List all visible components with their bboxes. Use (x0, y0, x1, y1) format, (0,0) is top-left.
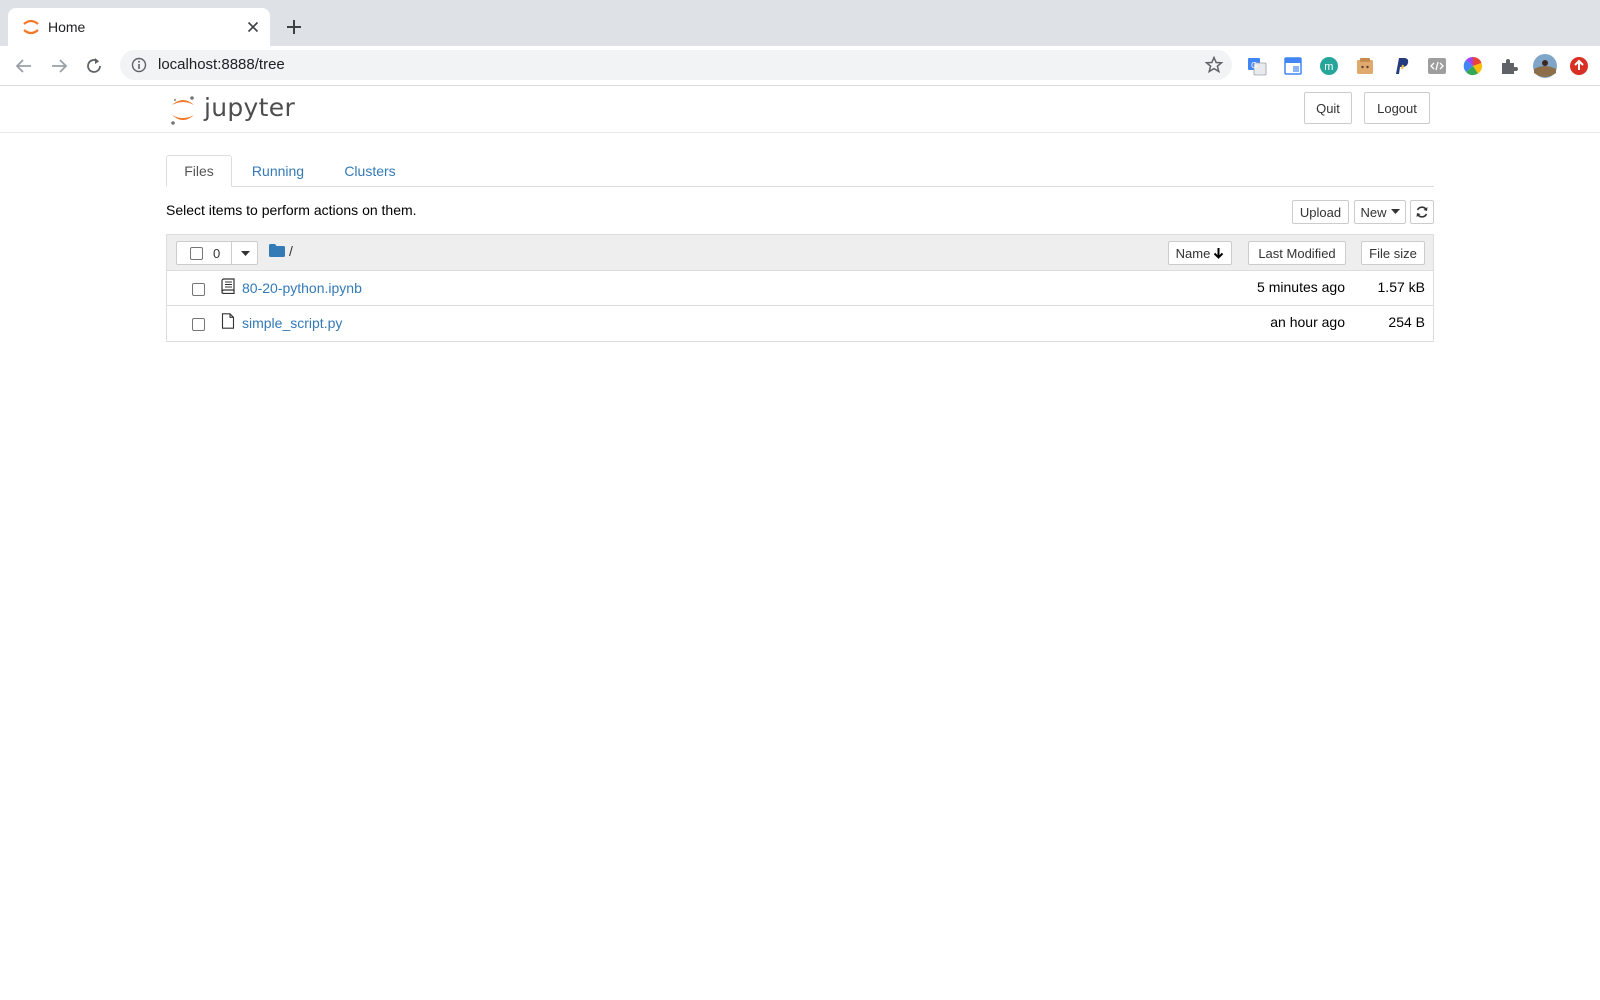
bookmark-star-icon[interactable] (1204, 55, 1224, 75)
tab-running[interactable]: Running (240, 155, 316, 187)
code-extension-icon[interactable] (1426, 55, 1448, 77)
color-wheel-icon[interactable] (1462, 55, 1484, 77)
select-menu-button[interactable] (231, 242, 258, 264)
new-tab-icon[interactable] (284, 17, 304, 37)
m-extension-icon[interactable]: m (1318, 55, 1340, 77)
table-row[interactable]: 80-20-python.ipynb 5 minutes ago 1.57 kB (167, 271, 1433, 306)
upload-button[interactable]: Upload (1292, 200, 1349, 224)
selection-hint: Select items to perform actions on them. (166, 202, 417, 218)
selected-count: 0 (213, 246, 221, 261)
new-button-label: New (1360, 204, 1387, 220)
close-icon[interactable] (244, 18, 262, 36)
caret-down-icon (1390, 209, 1400, 214)
svg-text:G: G (1251, 61, 1257, 70)
folder-extension-icon[interactable] (1354, 55, 1376, 77)
forward-arrow-icon[interactable] (48, 55, 70, 77)
url-text: localhost:8888/tree (158, 56, 285, 73)
sort-name-label: Name (1175, 245, 1211, 261)
sort-by-name-button[interactable]: Name (1168, 241, 1232, 265)
browser-tab-title: Home (48, 19, 86, 35)
arrow-down-icon (1214, 248, 1224, 259)
back-arrow-icon[interactable] (13, 55, 35, 77)
select-all-checkbox[interactable] (190, 247, 203, 260)
jupyter-favicon-icon (23, 19, 39, 35)
refresh-button[interactable] (1410, 200, 1434, 224)
address-bar[interactable]: localhost:8888/tree (120, 50, 1232, 80)
folder-icon[interactable] (269, 244, 285, 257)
notebook-icon (221, 278, 235, 294)
logout-button[interactable]: Logout (1364, 92, 1430, 124)
reload-icon[interactable] (83, 55, 105, 77)
select-group: 0 (176, 241, 258, 265)
quit-button[interactable]: Quit (1304, 92, 1352, 124)
puzzle-icon[interactable] (1498, 55, 1520, 77)
caret-down-icon (241, 251, 250, 256)
browser-toolbar: localhost:8888/tree G m (0, 46, 1600, 86)
info-icon[interactable] (131, 57, 147, 73)
browser-tab-home[interactable]: Home (8, 8, 270, 46)
new-dropdown-button[interactable]: New (1354, 200, 1406, 224)
update-icon[interactable] (1568, 55, 1590, 77)
file-list-header: 0 / Name Last Modified File size (167, 235, 1433, 271)
file-size: 1.57 kB (1377, 279, 1425, 295)
file-list: 0 / Name Last Modified File size 80-20-p… (166, 234, 1434, 342)
window-extension-icon[interactable] (1282, 55, 1304, 77)
file-modified: 5 minutes ago (1257, 279, 1345, 295)
profile-avatar[interactable] (1532, 53, 1558, 79)
breadcrumb-root[interactable]: / (289, 243, 293, 259)
row-checkbox[interactable] (192, 283, 205, 296)
sort-by-modified-button[interactable]: Last Modified (1248, 241, 1346, 265)
translate-icon[interactable]: G (1246, 55, 1268, 77)
jupyter-header: jupyter Quit Logout (0, 86, 1600, 133)
svg-text:m: m (1324, 61, 1333, 73)
file-modified: an hour ago (1270, 314, 1345, 330)
file-name-link[interactable]: 80-20-python.ipynb (242, 280, 362, 296)
paypal-icon[interactable] (1390, 55, 1412, 77)
jupyter-logo-icon (171, 96, 194, 125)
sort-by-size-button[interactable]: File size (1361, 241, 1425, 265)
browser-tabstrip: Home (0, 0, 1600, 46)
file-size: 254 B (1388, 314, 1425, 330)
file-name-link[interactable]: simple_script.py (242, 315, 342, 331)
row-checkbox[interactable] (192, 318, 205, 331)
jupyter-logo-text: jupyter (204, 93, 296, 122)
tab-files[interactable]: Files (166, 155, 232, 187)
jupyter-logo[interactable]: jupyter (170, 92, 300, 128)
table-row[interactable]: simple_script.py an hour ago 254 B (167, 306, 1433, 341)
file-icon (221, 313, 235, 329)
refresh-icon (1416, 206, 1428, 218)
tab-clusters[interactable]: Clusters (332, 155, 408, 187)
